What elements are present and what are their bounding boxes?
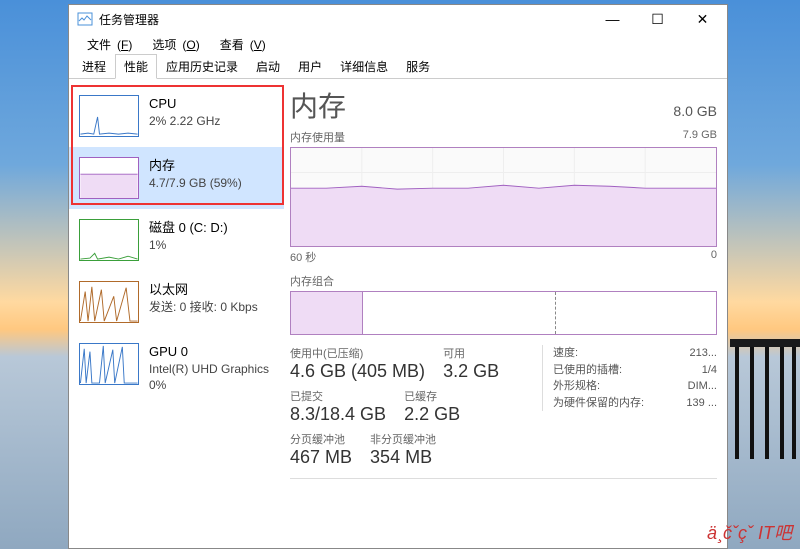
gpu-sparkline: [79, 343, 139, 385]
titlebar[interactable]: 任务管理器 — ☐ ✕: [69, 5, 727, 33]
tab-performance[interactable]: 性能: [115, 54, 157, 79]
task-manager-icon: [77, 11, 93, 27]
cpu-sparkline: [79, 95, 139, 137]
tab-processes[interactable]: 进程: [73, 54, 115, 79]
close-button[interactable]: ✕: [680, 5, 725, 33]
minimize-button[interactable]: —: [590, 5, 635, 33]
window-title: 任务管理器: [99, 11, 590, 28]
stat-in-use: 4.6 GB (405 MB): [290, 361, 425, 382]
stat-form-factor: DIM...: [688, 378, 717, 395]
composition-label: 内存组合: [290, 273, 717, 289]
tab-services[interactable]: 服务: [397, 54, 439, 79]
sidebar-item-gpu[interactable]: GPU 0Intel(R) UHD Graphics 0%: [69, 333, 284, 403]
x-axis-right: 0: [711, 249, 717, 265]
x-axis-left: 60 秒: [290, 249, 316, 265]
tab-users[interactable]: 用户: [289, 54, 331, 79]
usage-chart-label: 内存使用量: [290, 129, 345, 145]
memory-capacity: 8.0 GB: [673, 103, 717, 119]
memory-usage-chart[interactable]: [290, 147, 717, 247]
stat-slots: 1/4: [702, 362, 717, 379]
stat-nonpaged-pool: 354 MB: [370, 447, 436, 468]
task-manager-window: 任务管理器 — ☐ ✕ 文件(F) 选项(O) 查看(V) 进程 性能 应用历史…: [68, 4, 728, 549]
performance-detail: 内存 8.0 GB 内存使用量 7.9 GB 60 秒 0: [284, 79, 727, 548]
disk-sparkline: [79, 219, 139, 261]
tab-startup[interactable]: 启动: [247, 54, 289, 79]
detail-title: 内存: [290, 85, 346, 125]
stats-left: 使用中(已压缩)4.6 GB (405 MB) 可用3.2 GB 已提交8.3/…: [290, 345, 524, 474]
ethernet-sparkline: [79, 281, 139, 323]
stat-cached: 2.2 GB: [404, 404, 460, 425]
stat-paged-pool: 467 MB: [290, 447, 352, 468]
menubar: 文件(F) 选项(O) 查看(V): [69, 33, 727, 55]
menu-view[interactable]: 查看(V): [208, 34, 272, 55]
stat-available: 3.2 GB: [443, 361, 499, 382]
sidebar-item-disk[interactable]: 磁盘 0 (C: D:)1%: [69, 209, 284, 271]
stats-right: 速度:213... 已使用的插槽:1/4 外形规格:DIM... 为硬件保留的内…: [542, 345, 717, 474]
wallpaper-pier: [730, 339, 800, 459]
tab-strip: 进程 性能 应用历史记录 启动 用户 详细信息 服务: [69, 55, 727, 79]
menu-file[interactable]: 文件(F): [75, 34, 138, 55]
performance-sidebar: CPU2% 2.22 GHz 内存4.7/7.9 GB (59%) 磁盘 0 (…: [69, 79, 284, 548]
usage-chart-max: 7.9 GB: [683, 129, 717, 145]
maximize-button[interactable]: ☐: [635, 5, 680, 33]
tab-app-history[interactable]: 应用历史记录: [157, 54, 247, 79]
watermark: ä¸čˇçˇ IT吧: [707, 519, 792, 545]
memory-composition-chart[interactable]: [290, 291, 717, 335]
memory-sparkline: [79, 157, 139, 199]
menu-options[interactable]: 选项(O): [140, 34, 205, 55]
stat-hw-reserved: 139 ...: [686, 395, 717, 412]
sidebar-item-cpu[interactable]: CPU2% 2.22 GHz: [69, 85, 284, 147]
sidebar-item-ethernet[interactable]: 以太网发送: 0 接收: 0 Kbps: [69, 271, 284, 333]
stat-speed: 213...: [689, 345, 717, 362]
tab-details[interactable]: 详细信息: [331, 54, 397, 79]
stat-committed: 8.3/18.4 GB: [290, 404, 386, 425]
sidebar-item-memory[interactable]: 内存4.7/7.9 GB (59%): [69, 147, 284, 209]
